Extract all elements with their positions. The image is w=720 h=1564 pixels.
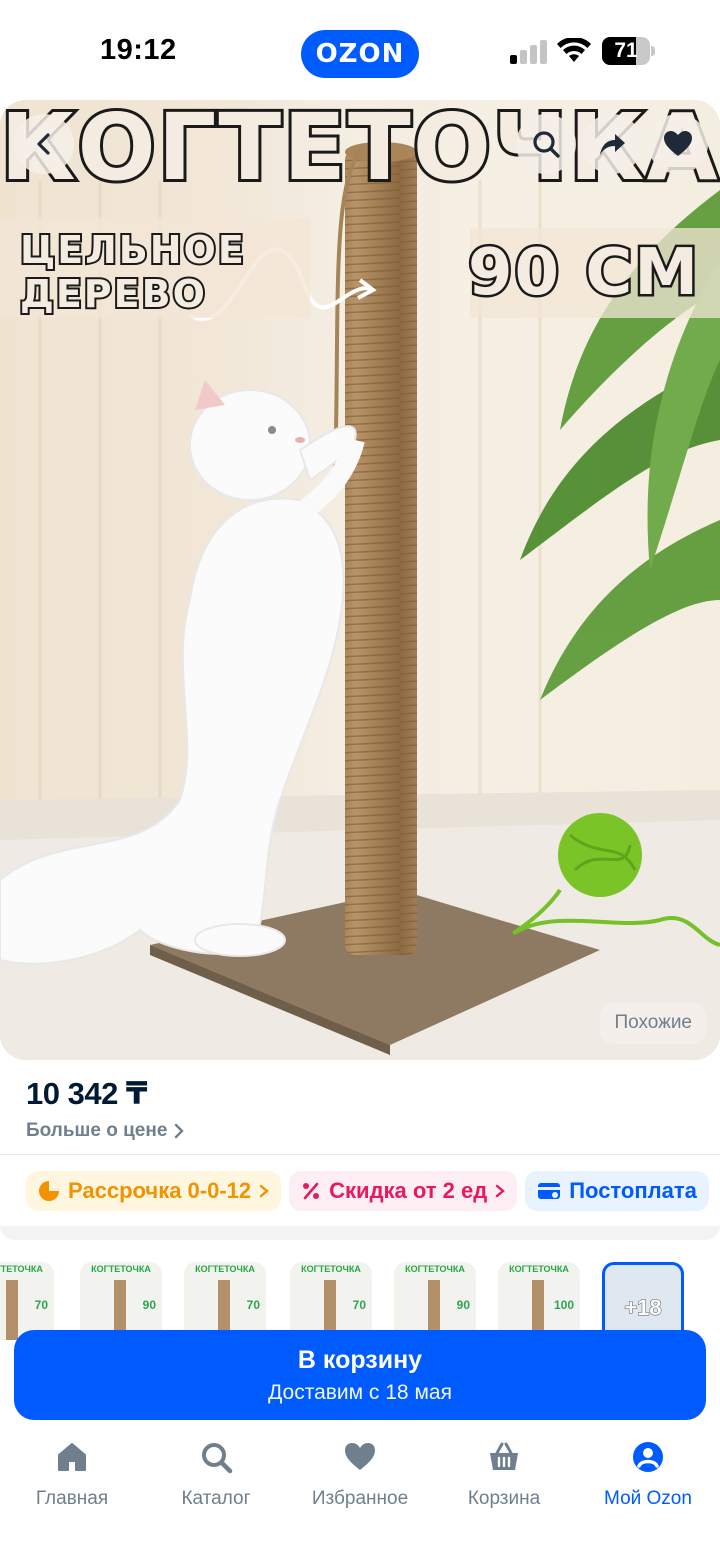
hero-caption-height: 90 СМ: [466, 234, 701, 313]
nav-favorites-label: Избранное: [311, 1488, 409, 1509]
nav-home[interactable]: Главная: [0, 1438, 144, 1564]
ozon-logo[interactable]: OZON: [301, 30, 419, 78]
nav-my-ozon[interactable]: Мой Ozon: [576, 1438, 720, 1564]
chevron-left-icon: [37, 133, 50, 155]
product-image[interactable]: КОГТЕТОЧКА ЦЕЛЬНОЕ ДЕРЕВО 90 СМ Похожие: [0, 100, 720, 1060]
home-icon: [58, 1443, 86, 1471]
profile-icon: [633, 1442, 663, 1472]
hero-caption-material: ЦЕЛЬНОЕ ДЕРЕВО: [18, 226, 246, 318]
favorite-button[interactable]: [648, 114, 708, 174]
add-to-cart-button[interactable]: В корзину Доставим с 18 мая: [14, 1330, 706, 1420]
variant-thumbnails: КОГТЕТОЧКА 70 КОГТЕТОЧКА 90 КОГТЕТОЧКА 7…: [0, 1250, 720, 1340]
variant-thumbnail[interactable]: КОГТЕТОЧКА 70: [290, 1262, 372, 1340]
installment-pie-icon: [39, 1181, 59, 1201]
bottom-navigation: Главная Каталог Избранное Корзина Мой Oz…: [0, 1428, 720, 1564]
chip-installment[interactable]: Рассрочка 0-0-12: [26, 1171, 282, 1211]
share-icon: [600, 134, 625, 155]
basket-icon: [490, 1442, 518, 1470]
promo-chips: Рассрочка 0-0-12 Скидка от 2 ед Постопла…: [26, 1171, 709, 1211]
nav-cart-label: Корзина: [467, 1488, 541, 1509]
nav-favorites[interactable]: Избранное: [288, 1438, 432, 1564]
search-icon: [533, 131, 560, 158]
variant-thumbnail[interactable]: КОГТЕТОЧКА 70: [184, 1262, 266, 1340]
divider: [0, 1154, 720, 1155]
percent-icon: [303, 1182, 320, 1200]
card-icon: [538, 1183, 561, 1199]
nav-catalog[interactable]: Каталог: [144, 1438, 288, 1564]
add-to-cart-label: В корзину: [297, 1345, 423, 1374]
chip-postpay[interactable]: Постоплата: [525, 1171, 709, 1211]
section-separator: [0, 1226, 720, 1240]
search-icon: [202, 1443, 233, 1474]
more-variants-thumbnail[interactable]: +18: [602, 1262, 684, 1340]
battery-level: 71: [614, 39, 638, 62]
status-bar: 19:12 OZON 71: [0, 0, 720, 100]
share-button[interactable]: [582, 114, 642, 174]
search-button[interactable]: [516, 114, 576, 174]
chevron-right-icon: [496, 1184, 506, 1198]
nav-my-ozon-label: Мой Ozon: [604, 1488, 692, 1509]
status-time: 19:12: [100, 34, 177, 66]
chip-installment-label: Рассрочка 0-0-12: [68, 1178, 252, 1203]
cellular-signal-icon: [510, 40, 547, 64]
heart-icon: [664, 131, 692, 156]
back-button[interactable]: [14, 114, 74, 174]
similar-button[interactable]: Похожие: [600, 1002, 706, 1044]
price-details-label: Больше о цене: [26, 1120, 168, 1141]
variant-thumbnail[interactable]: КОГТЕТОЧКА 70: [0, 1262, 54, 1340]
nav-home-label: Главная: [35, 1488, 109, 1509]
variant-thumbnail[interactable]: КОГТЕТОЧКА 90: [80, 1262, 162, 1340]
chevron-right-icon: [259, 1184, 270, 1198]
battery-icon: 71: [602, 37, 655, 65]
variant-thumbnail[interactable]: КОГТЕТОЧКА 90: [394, 1262, 476, 1340]
delivery-date-label: Доставим с 18 мая: [268, 1380, 452, 1404]
chip-postpay-label: Постоплата: [569, 1178, 697, 1203]
wifi-icon: [557, 38, 591, 62]
nav-catalog-label: Каталог: [181, 1488, 251, 1509]
chip-discount-label: Скидка от 2 ед: [329, 1178, 488, 1203]
product-price: 10 342 ₸: [26, 1076, 148, 1111]
heart-icon: [345, 1443, 375, 1470]
nav-cart[interactable]: Корзина: [432, 1438, 576, 1564]
chevron-right-icon: [175, 1123, 185, 1139]
chip-discount[interactable]: Скидка от 2 ед: [289, 1171, 518, 1211]
price-details-link[interactable]: Больше о цене: [26, 1120, 185, 1142]
variant-thumbnail[interactable]: КОГТЕТОЧКА 100: [498, 1262, 580, 1340]
